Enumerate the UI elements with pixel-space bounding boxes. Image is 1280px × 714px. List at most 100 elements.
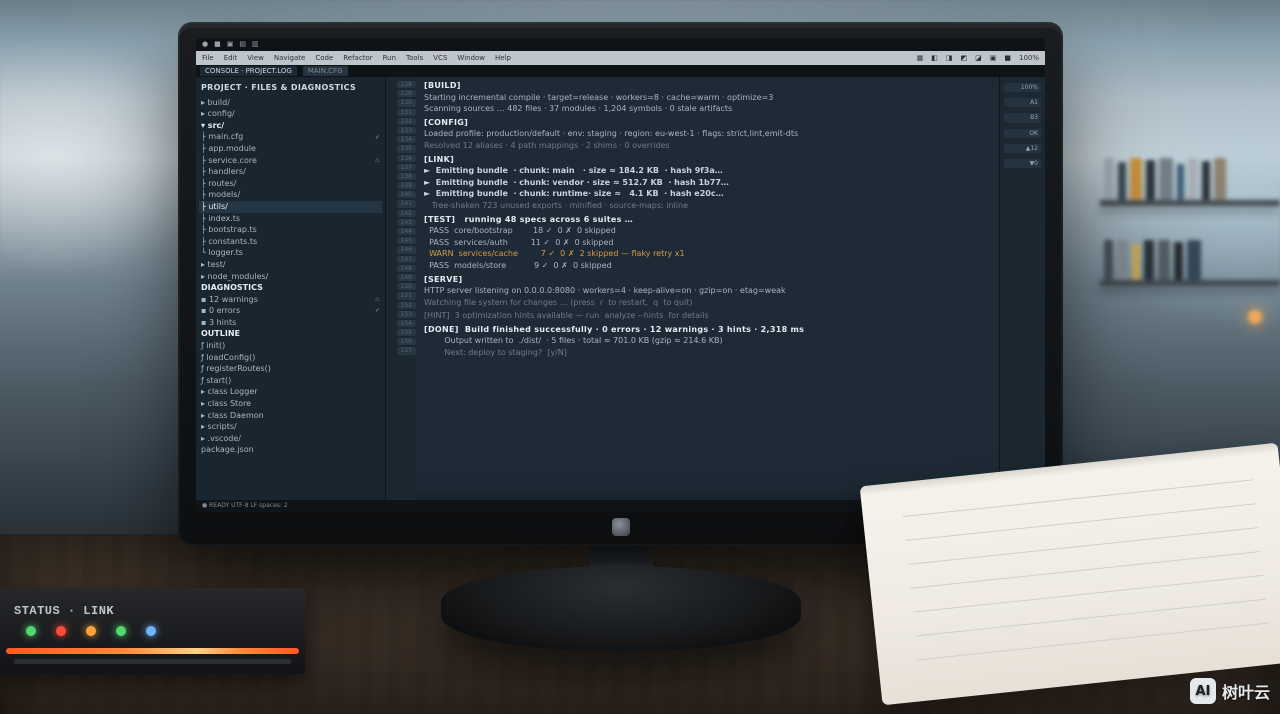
sidebar-item[interactable]: ├ handlers/ <box>199 166 382 178</box>
side-tag: OK <box>1004 129 1041 138</box>
line-number: 135 <box>397 145 416 152</box>
sidebar-item[interactable]: ▸ class Logger <box>199 386 382 398</box>
sidebar-item-label: ▪ 12 warnings <box>201 295 258 305</box>
sidebar-item-label: package.json <box>201 445 254 455</box>
console-line: [HINT] 3 optimization hints available — … <box>424 311 993 321</box>
sidebar-item-label: ├ main.cfg <box>201 132 243 142</box>
console-line: ► Emitting bundle · chunk: main · size ≈… <box>424 166 993 176</box>
line-number: 140 <box>397 191 416 198</box>
sidebar-item[interactable]: ├ main.cfg ✔ <box>199 131 382 143</box>
sidebar-item[interactable]: ├ service.core ⚠ <box>199 155 382 167</box>
console-line: Next: deploy to staging? [y/N] <box>424 348 993 358</box>
line-number: 131 <box>397 109 416 116</box>
sidebar-item[interactable]: ▪ 3 hints <box>199 317 382 329</box>
sidebar-item[interactable]: ▸ test/ <box>199 259 382 271</box>
sidebar-item[interactable]: ▪ 12 warnings⚠ <box>199 294 382 306</box>
sidebar-item[interactable]: ▸ class Store <box>199 398 382 410</box>
sidebar-item[interactable]: package.json <box>199 444 382 456</box>
sidebar-item[interactable]: ├ app.module <box>199 143 382 155</box>
sidebar-item[interactable]: ƒ registerRoutes() <box>199 363 382 375</box>
line-number: 150 <box>397 283 416 290</box>
sidebar-item[interactable]: ƒ loadConfig() <box>199 352 382 364</box>
console-output[interactable]: [BUILD] Starting incremental compile · ta… <box>416 77 999 500</box>
sidebar-title: PROJECT · FILES & DIAGNOSTICS <box>201 83 380 93</box>
menu-item[interactable]: File <box>202 54 214 62</box>
sidebar-item-label: ▾ src/ <box>201 121 224 131</box>
sidebar-item[interactable]: ▪ 0 errors✔ <box>199 305 382 317</box>
toolbar-icon[interactable]: ◪ <box>975 54 982 62</box>
sidebar-item[interactable]: ▸ build/ <box>199 97 382 109</box>
line-number-gutter: 1281291301311321331341351361371381391401… <box>386 77 416 500</box>
os-titlebar: ● ■ ▣ ▤ ▥ <box>196 38 1045 51</box>
sidebar-item-label: ├ app.module <box>201 144 256 154</box>
line-number: 130 <box>397 99 416 106</box>
sidebar-item[interactable]: ƒ init() <box>199 340 382 352</box>
led-icon <box>86 626 96 636</box>
project-sidebar[interactable]: PROJECT · FILES & DIAGNOSTICS ▸ build/▸ … <box>196 77 386 500</box>
sidebar-item[interactable]: ├ routes/ <box>199 178 382 190</box>
sidebar-item-label: ▸ class Store <box>201 399 251 409</box>
toolbar-icon[interactable]: ■ <box>1004 54 1011 62</box>
sidebar-item[interactable]: ▸ scripts/ <box>199 421 382 433</box>
console-line: WARN services/cache 7 ✓ 0 ✗ 2 skipped — … <box>424 249 993 259</box>
console-line: [LINK] <box>424 155 993 165</box>
sidebar-item[interactable]: ▾ src/ <box>199 120 382 132</box>
sidebar-item[interactable]: ƒ start() <box>199 375 382 387</box>
console-line: Loaded profile: production/default · env… <box>424 129 993 139</box>
menu-item[interactable]: Navigate <box>274 54 305 62</box>
toolbar-icon[interactable]: ▣ <box>990 54 997 62</box>
monitor-logo <box>612 518 630 536</box>
console-line: Starting incremental compile · target=re… <box>424 93 993 103</box>
line-number: 153 <box>397 311 416 318</box>
toolbar-icon[interactable]: 100% <box>1019 54 1039 62</box>
sidebar-item[interactable]: ├ constants.ts <box>199 236 382 248</box>
menu-item[interactable]: Edit <box>224 54 238 62</box>
menu-item[interactable]: View <box>247 54 264 62</box>
line-number: 152 <box>397 302 416 309</box>
background-bookshelf <box>1100 140 1280 400</box>
sidebar-item[interactable]: ▸ .vscode/ <box>199 433 382 445</box>
console-line: [CONFIG] <box>424 118 993 128</box>
menu-item[interactable]: VCS <box>433 54 447 62</box>
sidebar-item-label: ƒ start() <box>201 376 231 386</box>
toolbar-icon[interactable]: ◨ <box>946 54 953 62</box>
led-icon <box>56 626 66 636</box>
editor-tab[interactable]: CONSOLE · PROJECT.LOG <box>200 66 297 76</box>
sidebar-item-label: ├ utils/ <box>201 202 228 212</box>
menu-item[interactable]: Window <box>457 54 485 62</box>
titlebar-chip: ● <box>202 40 208 48</box>
side-tag: ▲12 <box>1004 144 1041 153</box>
toolbar-icon[interactable]: ◩ <box>960 54 967 62</box>
sidebar-item[interactable]: ▸ node_modules/ <box>199 271 382 283</box>
sidebar-item[interactable]: └ logger.ts <box>199 247 382 259</box>
desk-network-device: STATUS · LINK <box>0 544 305 674</box>
menu-item[interactable]: Run <box>383 54 396 62</box>
sidebar-item[interactable]: OUTLINE <box>199 328 382 340</box>
menu-item[interactable]: Code <box>315 54 333 62</box>
sidebar-item[interactable]: ├ utils/ <box>199 201 382 213</box>
toolbar-icon[interactable]: ▦ <box>917 54 924 62</box>
sidebar-item[interactable]: ├ index.ts <box>199 213 382 225</box>
menu-item[interactable]: Tools <box>406 54 423 62</box>
sidebar-item[interactable]: ▸ config/ <box>199 108 382 120</box>
sidebar-item-label: ▸ class Daemon <box>201 411 264 421</box>
console-line: [BUILD] <box>424 81 993 91</box>
sidebar-item-label: ƒ registerRoutes() <box>201 364 271 374</box>
line-number: 133 <box>397 127 416 134</box>
sidebar-item[interactable]: ├ bootstrap.ts <box>199 224 382 236</box>
sidebar-item-meta: ✔ <box>375 134 380 141</box>
sidebar-item[interactable]: ├ models/ <box>199 189 382 201</box>
menu-item[interactable]: Refactor <box>343 54 372 62</box>
editor-tab[interactable]: MAIN.CFG <box>303 66 348 76</box>
sidebar-item-label: OUTLINE <box>201 329 240 339</box>
menu-item[interactable]: Help <box>495 54 511 62</box>
sidebar-item[interactable]: ▸ class Daemon <box>199 410 382 422</box>
sidebar-item-meta: ⚠ <box>375 157 380 164</box>
console-line: Resolved 12 aliases · 4 path mappings · … <box>424 141 993 151</box>
monitor: ● ■ ▣ ▤ ▥ File Edit View Navigate Code Refact… <box>178 22 1063 546</box>
sidebar-item[interactable]: DIAGNOSTICS <box>199 282 382 294</box>
toolbar-icon[interactable]: ◧ <box>931 54 938 62</box>
console-line: Output written to ./dist/ · 5 files · to… <box>424 336 993 346</box>
console-line: [SERVE] <box>424 275 993 285</box>
sidebar-item-label: ├ service.core <box>201 156 257 166</box>
